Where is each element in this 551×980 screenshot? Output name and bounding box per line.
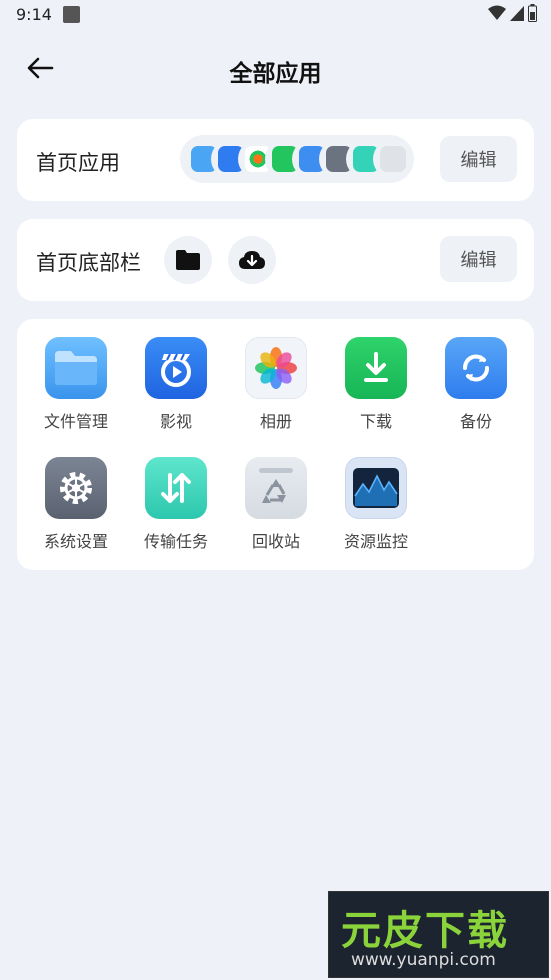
app-label: 回收站 [251, 532, 300, 551]
monitor-chart-icon [345, 457, 407, 519]
mini-recycle-icon [373, 139, 413, 179]
app-label: 相册 [259, 412, 292, 431]
watermark: 元皮下载 www.yuanpi.com [328, 891, 549, 978]
watermark-logo: 元皮下载 [341, 908, 509, 954]
photo-flower-icon [245, 337, 307, 399]
gear-icon [45, 457, 107, 519]
app-resource-monitor[interactable]: 资源监控 [326, 457, 426, 552]
app-label: 传输任务 [143, 532, 208, 551]
bottom-bar-download-item[interactable] [228, 236, 276, 284]
app-label: 下载 [359, 412, 392, 431]
folder-icon [176, 250, 200, 270]
app-album[interactable]: 相册 [226, 337, 326, 432]
app-recycle-bin[interactable]: 回收站 [226, 457, 326, 552]
status-icons [488, 4, 537, 22]
app-video[interactable]: 影视 [126, 337, 226, 432]
signal-icon [510, 6, 524, 21]
app-file-manager[interactable]: 文件管理 [26, 337, 126, 432]
bottom-bar-folder-item[interactable] [164, 236, 212, 284]
watermark-url: www.yuanpi.com [351, 950, 496, 970]
app-transfer-tasks[interactable]: 传输任务 [126, 457, 226, 552]
status-time: 9:14 [16, 5, 52, 24]
app-system-settings[interactable]: 系统设置 [26, 457, 126, 552]
app-label: 系统设置 [43, 532, 108, 551]
folder-icon [45, 337, 107, 399]
header: 全部应用 [0, 38, 551, 100]
app-backup[interactable]: 备份 [426, 337, 526, 432]
page-title: 全部应用 [229, 61, 322, 87]
app-label: 备份 [459, 412, 492, 431]
bottom-bar-card: 首页底部栏 编辑 [17, 219, 534, 301]
recycle-icon [245, 457, 307, 519]
notification-icon [63, 6, 80, 23]
status-bar: 9:14 [0, 0, 551, 32]
home-apps-edit-button[interactable]: 编辑 [440, 136, 517, 182]
home-apps-label: 首页应用 [36, 151, 120, 175]
app-label: 文件管理 [43, 412, 108, 431]
app-label: 影视 [159, 412, 192, 431]
home-apps-card: 首页应用 编辑 [17, 119, 534, 201]
bottom-bar-edit-button[interactable]: 编辑 [440, 236, 517, 282]
cloud-download-icon [239, 251, 265, 269]
film-play-icon [145, 337, 207, 399]
home-apps-preview [180, 135, 416, 185]
app-label: 资源监控 [343, 532, 408, 551]
bottom-bar-label: 首页底部栏 [36, 251, 141, 275]
battery-icon [528, 4, 537, 22]
transfer-icon [145, 457, 207, 519]
sync-icon [445, 337, 507, 399]
all-apps-card: 文件管理 影视 相册 下载 备份 系统设置 传输任务 回收站 资源监控 [17, 319, 534, 570]
wifi-icon [488, 5, 506, 20]
download-icon [345, 337, 407, 399]
app-download[interactable]: 下载 [326, 337, 426, 432]
